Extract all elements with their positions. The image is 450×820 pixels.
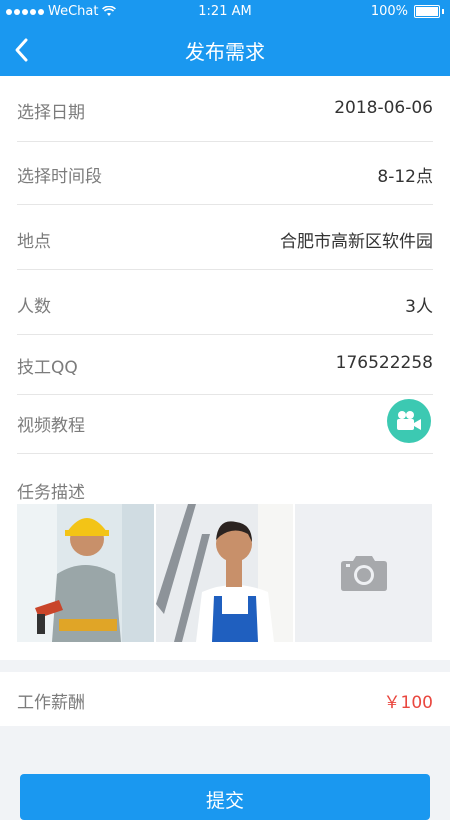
add-photo-button[interactable] bbox=[295, 504, 432, 642]
time-row[interactable]: 选择时间段 8-12点 bbox=[17, 142, 433, 205]
video-tutorial-button[interactable] bbox=[387, 399, 431, 443]
photo-worker-ladder[interactable] bbox=[156, 504, 293, 642]
status-bar: WeChat 1:21 AM 100% bbox=[0, 0, 450, 24]
task-label: 任务描述 bbox=[17, 483, 85, 503]
camera-icon bbox=[340, 556, 387, 591]
video-camera-icon bbox=[397, 411, 421, 430]
time-label: 选择时间段 bbox=[17, 167, 102, 187]
location-row[interactable]: 地点 合肥市高新区软件园 bbox=[17, 205, 433, 270]
task-photos bbox=[17, 504, 433, 642]
battery-icon bbox=[414, 5, 440, 18]
qq-value: 176522258 bbox=[335, 353, 433, 373]
payment-row[interactable]: 工作薪酬 ￥100 bbox=[0, 672, 450, 726]
qq-label: 技工QQ bbox=[17, 358, 78, 378]
location-label: 地点 bbox=[17, 232, 51, 252]
payment-label: 工作薪酬 bbox=[17, 693, 85, 713]
photo-worker-drill[interactable] bbox=[17, 504, 154, 642]
video-row[interactable]: 视频教程 bbox=[17, 395, 433, 454]
date-label: 选择日期 bbox=[17, 103, 85, 123]
worker-drill-image bbox=[17, 504, 154, 642]
qq-row[interactable]: 技工QQ 176522258 bbox=[17, 335, 433, 395]
date-row[interactable]: 选择日期 2018-06-06 bbox=[17, 76, 433, 142]
location-value: 合肥市高新区软件园 bbox=[280, 232, 433, 252]
battery-nub bbox=[442, 9, 444, 14]
date-value: 2018-06-06 bbox=[334, 98, 433, 118]
worker-ladder-image bbox=[156, 504, 293, 642]
submit-button[interactable]: 提交 bbox=[20, 774, 430, 820]
battery-label: 100% bbox=[370, 4, 408, 19]
time-value: 8-12点 bbox=[377, 167, 433, 187]
people-row[interactable]: 人数 3人 bbox=[17, 270, 433, 335]
people-label: 人数 bbox=[17, 297, 51, 317]
people-value: 3人 bbox=[405, 297, 433, 317]
nav-bar: 发布需求 bbox=[0, 24, 450, 76]
video-label: 视频教程 bbox=[17, 416, 85, 436]
status-right: 100% bbox=[371, 4, 444, 19]
page-title: 发布需求 bbox=[185, 40, 265, 64]
payment-value: ￥100 bbox=[383, 693, 433, 713]
